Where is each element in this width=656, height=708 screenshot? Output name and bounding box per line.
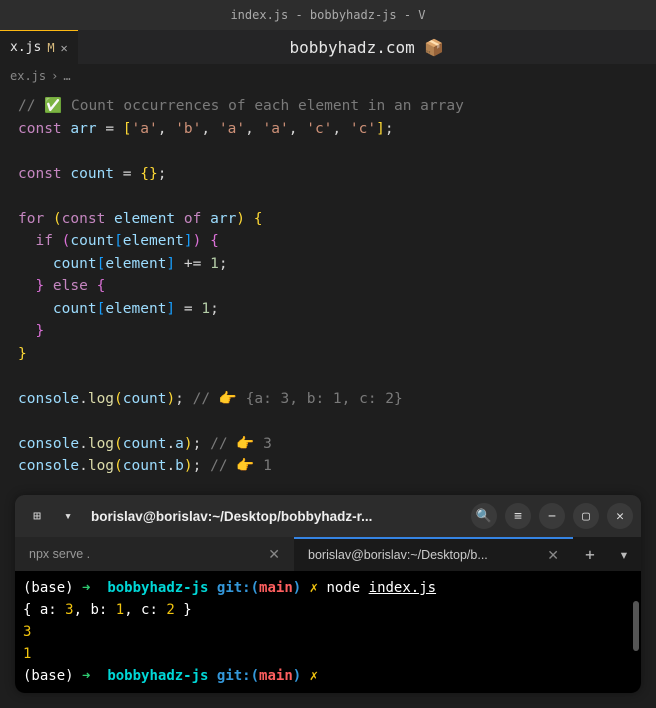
new-tab-dropdown[interactable]: ▾ xyxy=(59,502,77,530)
terminal-titlebar[interactable]: ⊞ ▾ borislav@borislav:~/Desktop/bobbyhad… xyxy=(15,495,641,537)
code-editor[interactable]: // ✅ Count occurrences of each element i… xyxy=(0,87,656,486)
window-titlebar: index.js - bobbyhadz-js - V xyxy=(0,0,656,30)
terminal-tab-shell[interactable]: borislav@borislav:~/Desktop/b... ✕ xyxy=(294,537,573,571)
terminal-content[interactable]: (base) ➜ bobbyhadz-js git:(main) ✗ node … xyxy=(15,571,641,693)
window-title: index.js - bobbyhadz-js - V xyxy=(230,8,425,22)
terminal-tab-serve[interactable]: npx serve . ✕ xyxy=(15,537,294,571)
terminal-tabbar: npx serve . ✕ borislav@borislav:~/Deskto… xyxy=(15,537,641,571)
menu-icon[interactable]: ≡ xyxy=(505,503,531,529)
terminal-new-tab[interactable]: + xyxy=(573,537,607,571)
new-tab-button[interactable]: ⊞ xyxy=(23,502,51,530)
editor-tabbar: x.js M ✕ bobbyhadz.com 📦 xyxy=(0,30,656,65)
breadcrumb-more: … xyxy=(63,69,70,83)
tab-filename: x.js xyxy=(10,40,41,55)
maximize-icon[interactable]: ▢ xyxy=(573,503,599,529)
terminal-title: borislav@borislav:~/Desktop/bobbyhadz-r.… xyxy=(85,509,463,524)
site-banner: bobbyhadz.com 📦 xyxy=(78,38,656,57)
breadcrumb[interactable]: ex.js › … xyxy=(0,65,656,87)
close-icon[interactable]: ✕ xyxy=(547,547,559,564)
minimize-icon[interactable]: − xyxy=(539,503,565,529)
terminal-scrollbar[interactable] xyxy=(633,601,639,651)
tab-modified-indicator: M xyxy=(47,41,54,55)
breadcrumb-file: ex.js xyxy=(10,69,46,83)
terminal-tab-dropdown[interactable]: ▾ xyxy=(607,537,641,571)
close-icon[interactable]: ✕ xyxy=(607,503,633,529)
breadcrumb-sep: › xyxy=(51,69,58,83)
terminal-window: ⊞ ▾ borislav@borislav:~/Desktop/bobbyhad… xyxy=(15,495,641,693)
close-icon[interactable]: ✕ xyxy=(268,546,280,563)
editor-tab-index-js[interactable]: x.js M ✕ xyxy=(0,30,78,65)
close-icon[interactable]: ✕ xyxy=(61,41,68,55)
search-icon[interactable]: 🔍 xyxy=(471,503,497,529)
